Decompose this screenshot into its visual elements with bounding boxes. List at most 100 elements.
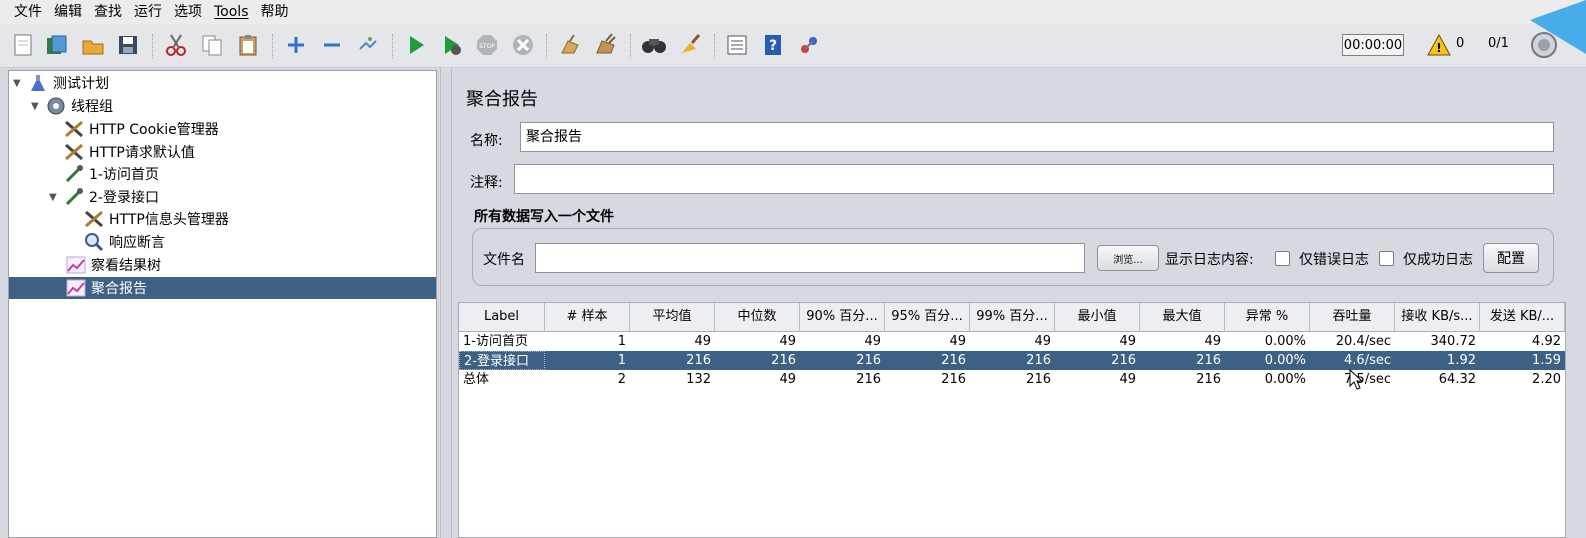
table-cell: 49 [1119, 334, 1136, 349]
table-cell: 132 [686, 372, 711, 387]
menu-search[interactable]: 查找 [88, 0, 128, 24]
column-header[interactable]: 吞吐量 [1310, 303, 1395, 331]
column-header[interactable]: # 样本 [545, 303, 630, 331]
error-count: 0 [1456, 36, 1465, 51]
column-header[interactable]: 99% 百分... [970, 303, 1055, 331]
table-cell: 4.6/sec [1344, 353, 1391, 368]
remote-icon[interactable] [796, 32, 822, 58]
help-icon[interactable]: ? [760, 32, 786, 58]
column-header[interactable]: 中位数 [715, 303, 800, 331]
toolbar-separator [546, 34, 548, 58]
tree-node-test-plan[interactable]: ▼ 测试计划 [13, 72, 109, 94]
wrench-icon [63, 119, 85, 139]
table-cell: 49 [1204, 334, 1221, 349]
expand-icon[interactable] [283, 32, 309, 58]
chart-icon [65, 278, 87, 298]
table-row[interactable]: 2-登录接口 1 216 216 216 216 216 216 216 0.0… [459, 351, 1565, 370]
tree-node-label: 测试计划 [53, 76, 109, 92]
flask-icon [27, 73, 49, 93]
tree-node-label: 线程组 [71, 99, 113, 115]
column-header[interactable]: 异常 % [1225, 303, 1310, 331]
open-icon[interactable] [80, 32, 106, 58]
column-header[interactable]: 最小值 [1055, 303, 1140, 331]
templates-icon[interactable] [44, 32, 70, 58]
menu-options[interactable]: 选项 [168, 0, 208, 24]
file-name-field[interactable] [535, 243, 1085, 273]
table-cell: 49 [779, 334, 796, 349]
clear-icon[interactable] [557, 32, 583, 58]
table-cell: 1 [617, 353, 626, 368]
column-header[interactable]: 95% 百分... [885, 303, 970, 331]
tree-node-sampler-home[interactable]: 1-访问首页 [63, 163, 159, 185]
menu-file[interactable]: 文件 [0, 0, 48, 24]
column-header[interactable]: 最大值 [1140, 303, 1225, 331]
tree-node-label: 2-登录接口 [89, 190, 159, 206]
table-cell: 2-登录接口 [459, 351, 545, 370]
column-header[interactable]: 发送 KB/... [1480, 303, 1565, 331]
tree-node-sampler-login[interactable]: ▼ 2-登录接口 [49, 186, 159, 208]
copy-icon[interactable] [199, 32, 225, 58]
tree-node-aggregate-report[interactable]: 聚合报告 [9, 277, 436, 299]
chart-icon [65, 255, 87, 275]
save-icon[interactable] [115, 32, 141, 58]
tree-node-results-tree[interactable]: 察看结果树 [65, 254, 161, 276]
menu-tools[interactable]: Tools [208, 0, 255, 24]
expanded-arrow-icon[interactable]: ▼ [31, 101, 45, 112]
browse-button[interactable]: 浏览... [1097, 245, 1159, 271]
new-icon[interactable] [10, 32, 36, 58]
table-cell: 340.72 [1430, 334, 1477, 349]
clear-all-icon[interactable] [593, 32, 619, 58]
name-field[interactable]: 聚合报告 [520, 122, 1554, 152]
table-cell: 0.00% [1264, 353, 1306, 368]
magnifier-icon [83, 232, 105, 252]
column-header[interactable]: 平均值 [630, 303, 715, 331]
table-cell: 总体 [463, 372, 490, 387]
active-threads: 0/1 [1488, 36, 1509, 51]
column-header[interactable]: 接收 KB/s... [1395, 303, 1480, 331]
menu-help[interactable]: 帮助 [255, 0, 295, 24]
tree-node-label: HTTP信息头管理器 [109, 212, 229, 228]
toggle-icon[interactable] [355, 32, 381, 58]
comment-field[interactable] [514, 164, 1554, 194]
results-table: Label # 样本 平均值 中位数 90% 百分... 95% 百分... 9… [458, 302, 1566, 538]
log-content-label: 显示日志内容: [1165, 252, 1254, 268]
tree-node-request-defaults[interactable]: HTTP请求默认值 [63, 141, 195, 163]
menu-bar: 文件 编辑 查找 运行 选项 Tools 帮助 [0, 0, 1586, 24]
paste-icon[interactable] [235, 32, 261, 58]
shutdown-icon[interactable] [510, 32, 536, 58]
search-icon[interactable] [641, 32, 667, 58]
tree-node-cookie-manager[interactable]: HTTP Cookie管理器 [63, 118, 219, 140]
menu-run[interactable]: 运行 [128, 0, 168, 24]
pipette-icon [63, 164, 85, 184]
success-only-checkbox[interactable] [1379, 251, 1394, 266]
tree-node-header-manager[interactable]: HTTP信息头管理器 [83, 208, 229, 230]
table-row[interactable]: 1-访问首页 1 49 49 49 49 49 49 49 0.00% 20.4… [459, 332, 1565, 351]
column-header[interactable]: 90% 百分... [800, 303, 885, 331]
expanded-arrow-icon[interactable]: ▼ [13, 78, 27, 89]
table-row[interactable]: 总体 2 132 49 216 216 216 49 216 0.00% 7.5… [459, 370, 1565, 389]
errors-only-checkbox[interactable] [1275, 251, 1290, 266]
start-icon[interactable] [403, 32, 429, 58]
table-cell: 216 [941, 353, 966, 368]
stop-icon[interactable]: STOP [474, 32, 500, 58]
menu-edit[interactable]: 编辑 [48, 0, 88, 24]
function-helper-icon[interactable] [724, 32, 750, 58]
file-name-label: 文件名 [483, 252, 525, 268]
expanded-arrow-icon[interactable]: ▼ [49, 192, 63, 203]
panel-splitter[interactable] [440, 68, 452, 538]
toolbar-separator [714, 34, 716, 58]
collapse-icon[interactable] [319, 32, 345, 58]
column-header[interactable]: Label [459, 303, 545, 331]
tree-node-response-assertion[interactable]: 响应断言 [83, 231, 165, 253]
tree-node-thread-group[interactable]: ▼ 线程组 [31, 95, 113, 117]
gear-icon [45, 96, 67, 116]
svg-text:!: ! [1436, 41, 1441, 55]
start-no-pause-icon[interactable] [439, 32, 465, 58]
warning-icon[interactable]: ! [1426, 32, 1452, 58]
configure-button[interactable]: 配置 [1483, 243, 1539, 273]
reset-search-icon[interactable] [677, 32, 703, 58]
page-title: 聚合报告 [466, 89, 538, 110]
table-cell: 2 [617, 372, 626, 387]
table-cell: 1-访问首页 [463, 334, 528, 349]
cut-icon[interactable] [163, 32, 189, 58]
